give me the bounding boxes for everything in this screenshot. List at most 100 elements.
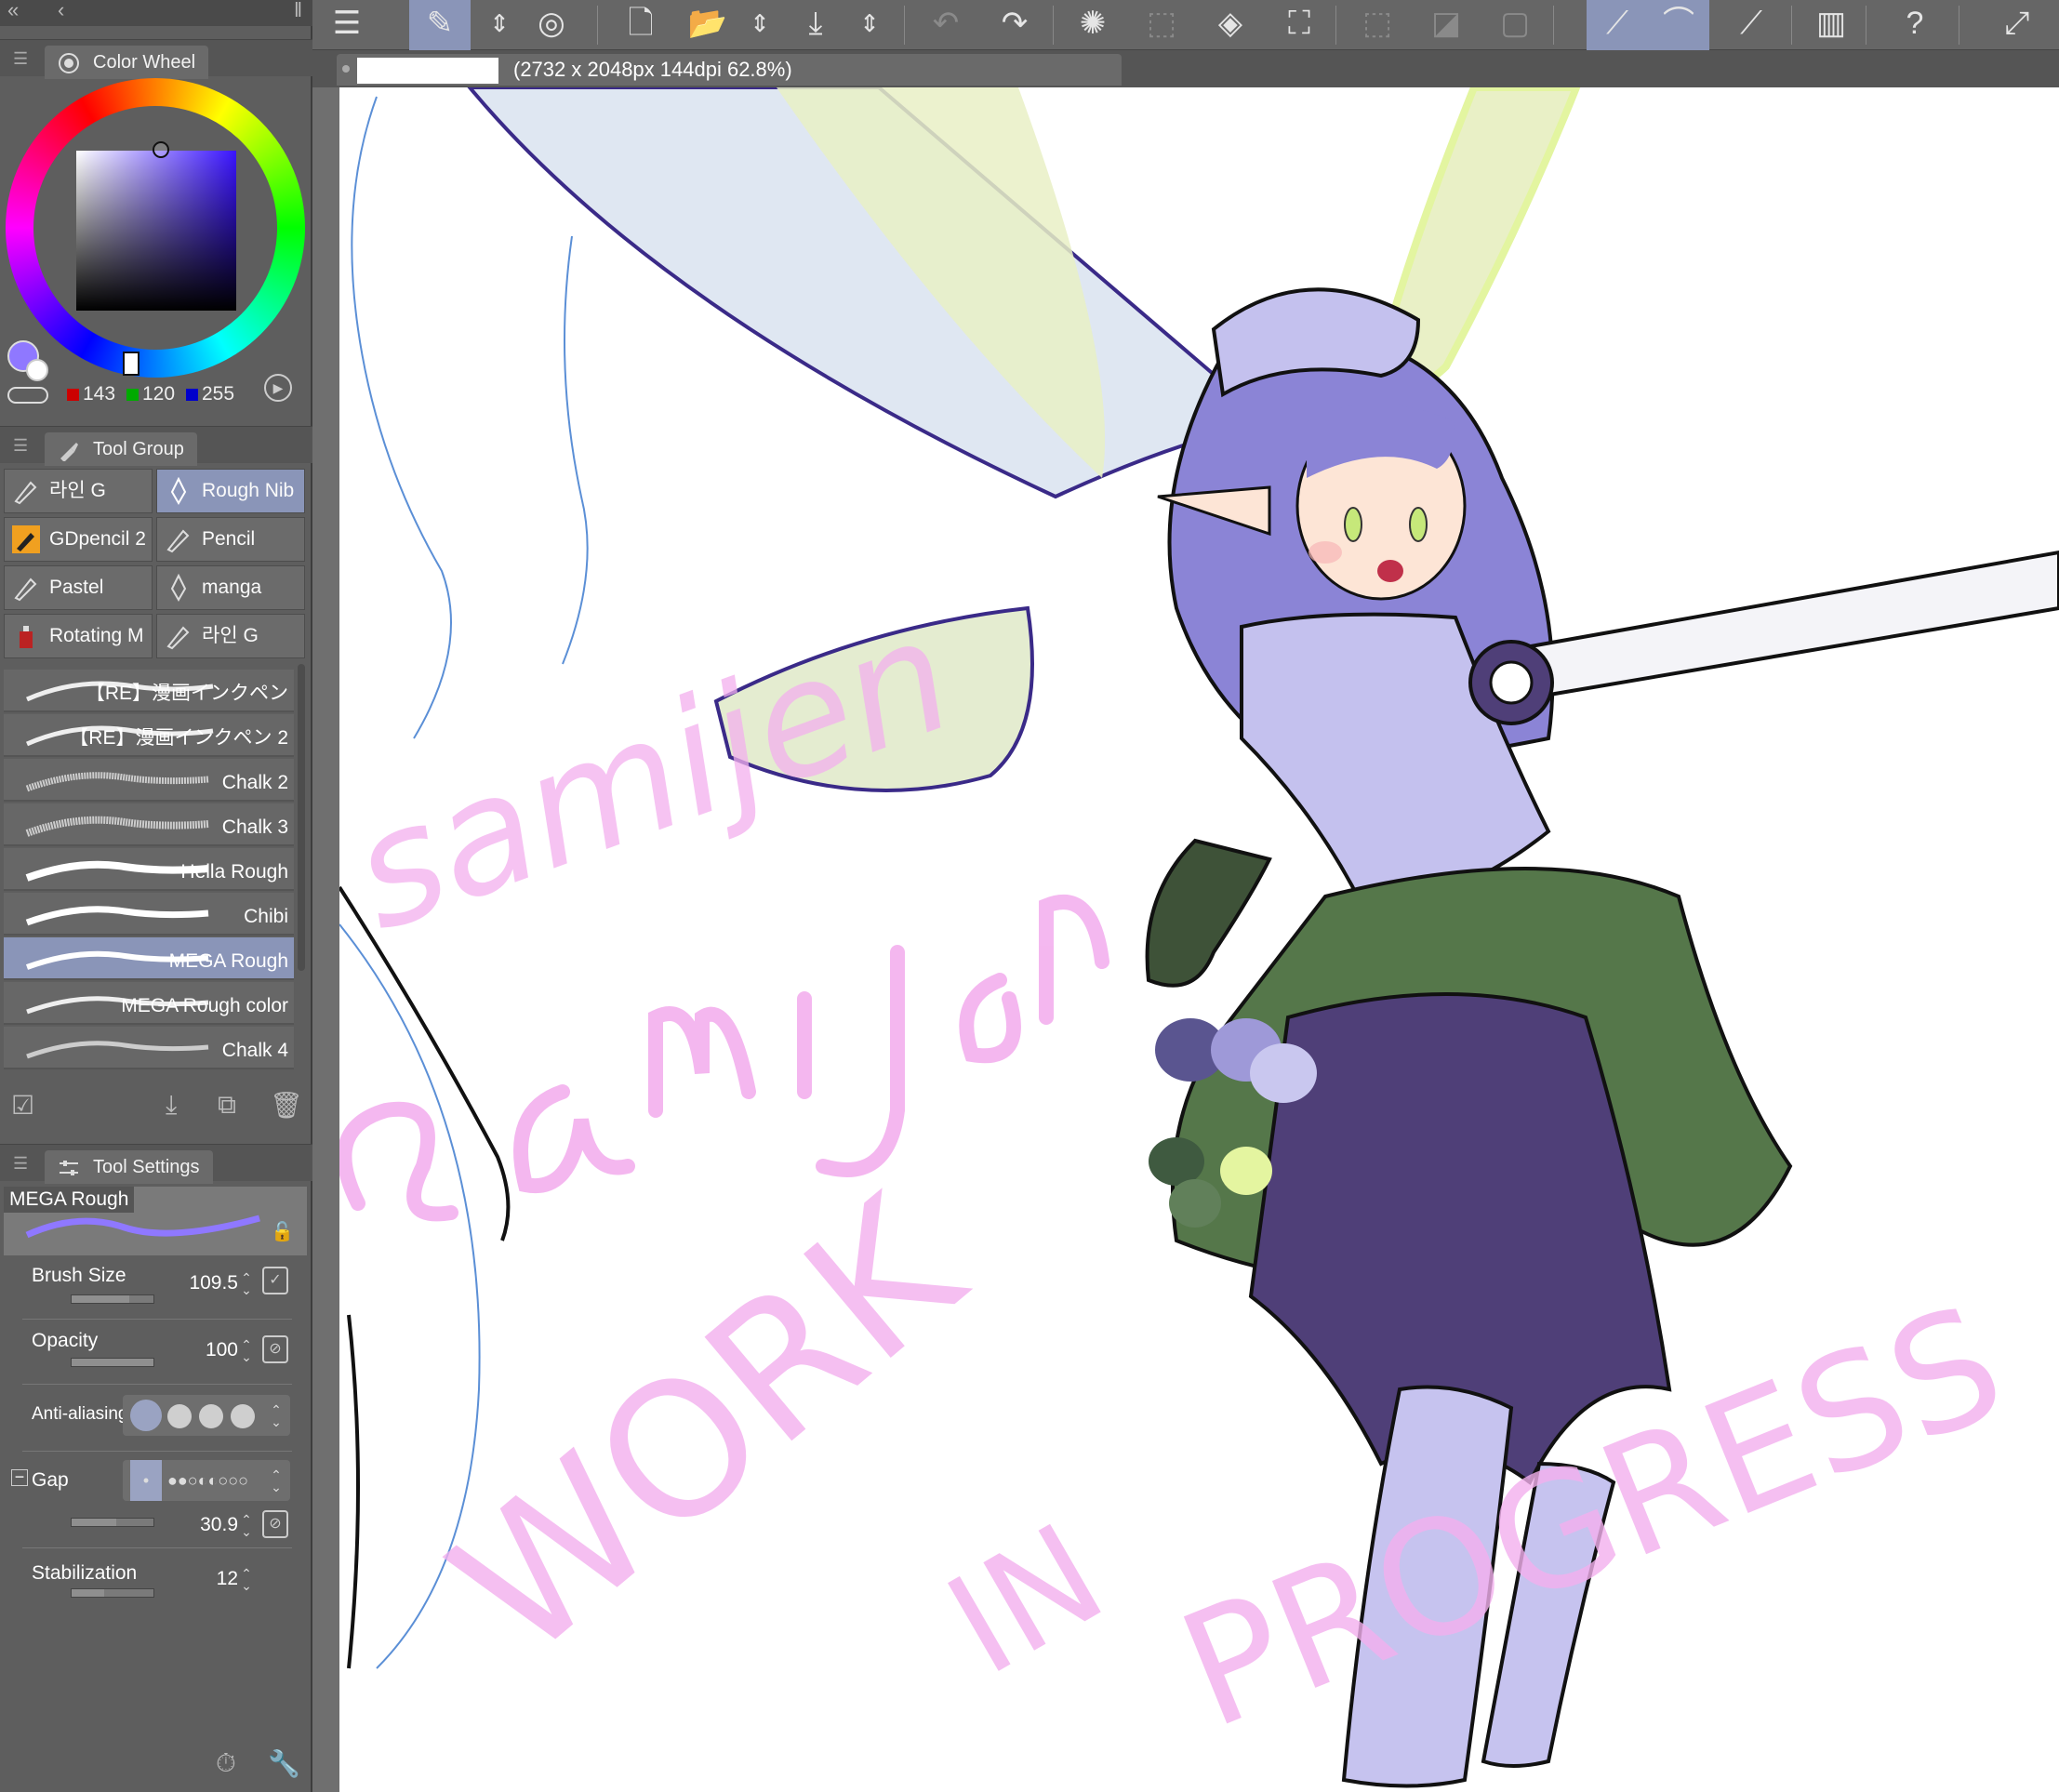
tab-tool-settings[interactable]: Tool Settings — [45, 1150, 213, 1184]
brush-size-value[interactable]: 109.5 — [167, 1272, 238, 1294]
stabilization-slider[interactable] — [71, 1588, 154, 1598]
brush-stroke-preview — [25, 772, 209, 792]
brush-item[interactable]: Chibi — [4, 893, 294, 936]
brush-item[interactable]: Hella Rough — [4, 848, 294, 891]
aa-option-mid[interactable] — [199, 1404, 223, 1428]
hue-picker-handle[interactable] — [123, 352, 139, 376]
invert-selection-icon[interactable]: ◪ — [1415, 0, 1477, 50]
brush-item[interactable]: MEGA Rough color — [4, 982, 294, 1025]
brush-item[interactable]: 【RE】漫画インクペン — [4, 670, 294, 712]
opacity-pressure-icon[interactable]: ⊘ — [262, 1335, 288, 1363]
brush-item-selected[interactable]: MEGA Rough — [4, 937, 294, 980]
aa-option-none[interactable] — [130, 1400, 162, 1431]
tool-gdpencil-2[interactable]: GDpencil 2 — [4, 517, 153, 562]
updown-icon[interactable]: ⇕ — [729, 0, 790, 50]
brush-item[interactable]: Chalk 2 — [4, 759, 294, 802]
menu-icon[interactable]: ☰ — [13, 49, 28, 69]
fill-icon[interactable]: ◈ — [1200, 0, 1261, 50]
document-tab[interactable]: (2732 x 2048px 144dpi 62.8%) — [337, 54, 1122, 86]
redo-icon[interactable]: ↷ — [984, 0, 1045, 50]
drawing-canvas[interactable]: samijen WORK IN PROGRESS — [339, 87, 2059, 1792]
brush-size-pressure-icon[interactable]: ✓ — [262, 1267, 288, 1294]
trash-icon[interactable]: 🗑 — [270, 1090, 303, 1121]
sub-color-swatch[interactable] — [26, 359, 48, 381]
collapse-icon[interactable]: − — [11, 1468, 28, 1486]
help-icon[interactable]: ? — [1884, 0, 1946, 50]
edit-icon[interactable]: ✎ — [409, 0, 471, 50]
brush-curve-icon[interactable]: ⌒ — [1648, 0, 1709, 50]
document-title-field[interactable] — [357, 58, 498, 84]
wrench-icon[interactable]: 🔧 — [268, 1748, 300, 1779]
new-file-icon[interactable]: 🗋 — [610, 0, 671, 50]
tab-tool-group[interactable]: Tool Group — [45, 432, 197, 466]
tool-rough-nib[interactable]: Rough Nib — [156, 469, 305, 513]
divider — [22, 1319, 292, 1320]
transform-icon[interactable]: ⛶ — [1269, 0, 1330, 50]
menu-icon[interactable]: ☰ — [316, 0, 378, 50]
tab-color-wheel[interactable]: Color Wheel — [45, 46, 209, 79]
gap-pressure-icon[interactable]: ⊘ — [262, 1510, 288, 1538]
tool-pastel[interactable]: Pastel — [4, 565, 153, 610]
play-icon[interactable]: ▶ — [264, 374, 292, 402]
stabilization-value[interactable]: 12 — [186, 1568, 238, 1590]
brush-list-scrollbar[interactable] — [298, 664, 305, 971]
gap-stepper[interactable]: ⌃ ⌄ — [268, 1468, 285, 1493]
brush-item[interactable]: Chalk 3 — [4, 803, 294, 846]
import-icon[interactable]: ⤓ — [166, 1090, 177, 1121]
brush-item[interactable]: Chalk 4 — [4, 1027, 294, 1069]
aa-stepper[interactable]: ⌃ ⌄ — [268, 1403, 285, 1428]
aa-option-strong[interactable] — [231, 1404, 255, 1428]
sv-picker-handle[interactable] — [153, 141, 169, 158]
green-value: 120 — [142, 383, 176, 405]
saturation-value-square[interactable] — [76, 151, 236, 311]
spiral-icon[interactable]: ◎ — [521, 0, 582, 50]
reset-icon[interactable]: ⏱ — [216, 1748, 236, 1779]
chevron-left-icon[interactable]: ‹ — [58, 0, 64, 22]
gap-slider[interactable] — [71, 1518, 154, 1527]
menu-icon[interactable]: ☰ — [13, 1154, 28, 1174]
stabilization-stepper[interactable]: ⌃ ⌄ — [238, 1567, 255, 1592]
tool-line-g[interactable]: 라인 G — [4, 469, 153, 513]
anti-aliasing-label: Anti-aliasing — [32, 1404, 128, 1424]
gap-value[interactable]: 30.9 — [167, 1514, 238, 1536]
tool-label: Pastel — [49, 577, 104, 598]
brush-icon — [60, 443, 78, 461]
brush-stroke-preview — [26, 1041, 209, 1059]
fullscreen-icon[interactable]: ⤢ — [1986, 0, 2048, 50]
brush-size-slider[interactable] — [71, 1294, 154, 1304]
opacity-value[interactable]: 100 — [167, 1339, 238, 1361]
deselect-icon[interactable]: ⬚ — [1347, 0, 1408, 50]
collapse-left-icon[interactable]: « — [7, 0, 19, 22]
gap-option-none[interactable]: • — [130, 1460, 162, 1501]
undo-icon[interactable]: ↶ — [915, 0, 976, 50]
checkbox-icon[interactable]: ☑ — [11, 1090, 34, 1121]
gap-value-stepper[interactable]: ⌃ ⌄ — [238, 1513, 255, 1538]
aa-option-weak[interactable] — [167, 1404, 192, 1428]
brush-item[interactable]: 【RE】漫画インクペン 2 — [4, 714, 294, 757]
gap-options[interactable]: ●●○◐◐○○○ — [167, 1460, 248, 1501]
gap-selector[interactable]: • ●●○◐◐○○○ ⌃ ⌄ — [123, 1460, 290, 1501]
brush-preview: MEGA Rough 🔓 — [4, 1187, 307, 1255]
tool-line-g-2[interactable]: 라인 G — [156, 614, 305, 658]
lock-icon[interactable]: 🔓 — [271, 1220, 294, 1243]
tool-rotating-m[interactable]: Rotating M — [4, 614, 153, 658]
opacity-slider[interactable] — [71, 1358, 154, 1367]
loading-icon[interactable]: ✺ — [1062, 0, 1123, 50]
top-toolbar: ☰ ✎ ⇕ ◎ 🗋 📂 ⇕ ⤓ ⇕ ↶ ↷ ✺ ⬚ ◈ ⛶ ⬚ ◪ ▢ ⟋ ⌒ … — [312, 0, 2059, 50]
menu-icon[interactable]: ☰ — [13, 436, 28, 456]
anti-aliasing-selector[interactable]: ⌃ ⌄ — [123, 1395, 290, 1436]
selection-icon[interactable]: ⬚ — [1131, 0, 1192, 50]
tool-manga[interactable]: manga — [156, 565, 305, 610]
clear-icon[interactable]: ▢ — [1484, 0, 1546, 50]
save-icon[interactable]: ⤓ — [785, 0, 846, 50]
ruler-icon[interactable]: ⟋ — [1587, 0, 1648, 50]
duplicate-icon[interactable]: ⧉ — [218, 1090, 236, 1121]
brush-size-stepper[interactable]: ⌃ ⌄ — [238, 1271, 255, 1296]
line-tool-icon[interactable]: ⟋ — [1720, 0, 1782, 50]
updown-icon[interactable]: ⇕ — [839, 0, 900, 50]
panel-handle-icon[interactable]: ‖ — [294, 0, 302, 22]
transparent-color-icon[interactable] — [7, 387, 48, 404]
device-icon[interactable]: ▥ — [1800, 0, 1862, 50]
opacity-stepper[interactable]: ⌃ ⌄ — [238, 1338, 255, 1363]
tool-pencil[interactable]: Pencil — [156, 517, 305, 562]
